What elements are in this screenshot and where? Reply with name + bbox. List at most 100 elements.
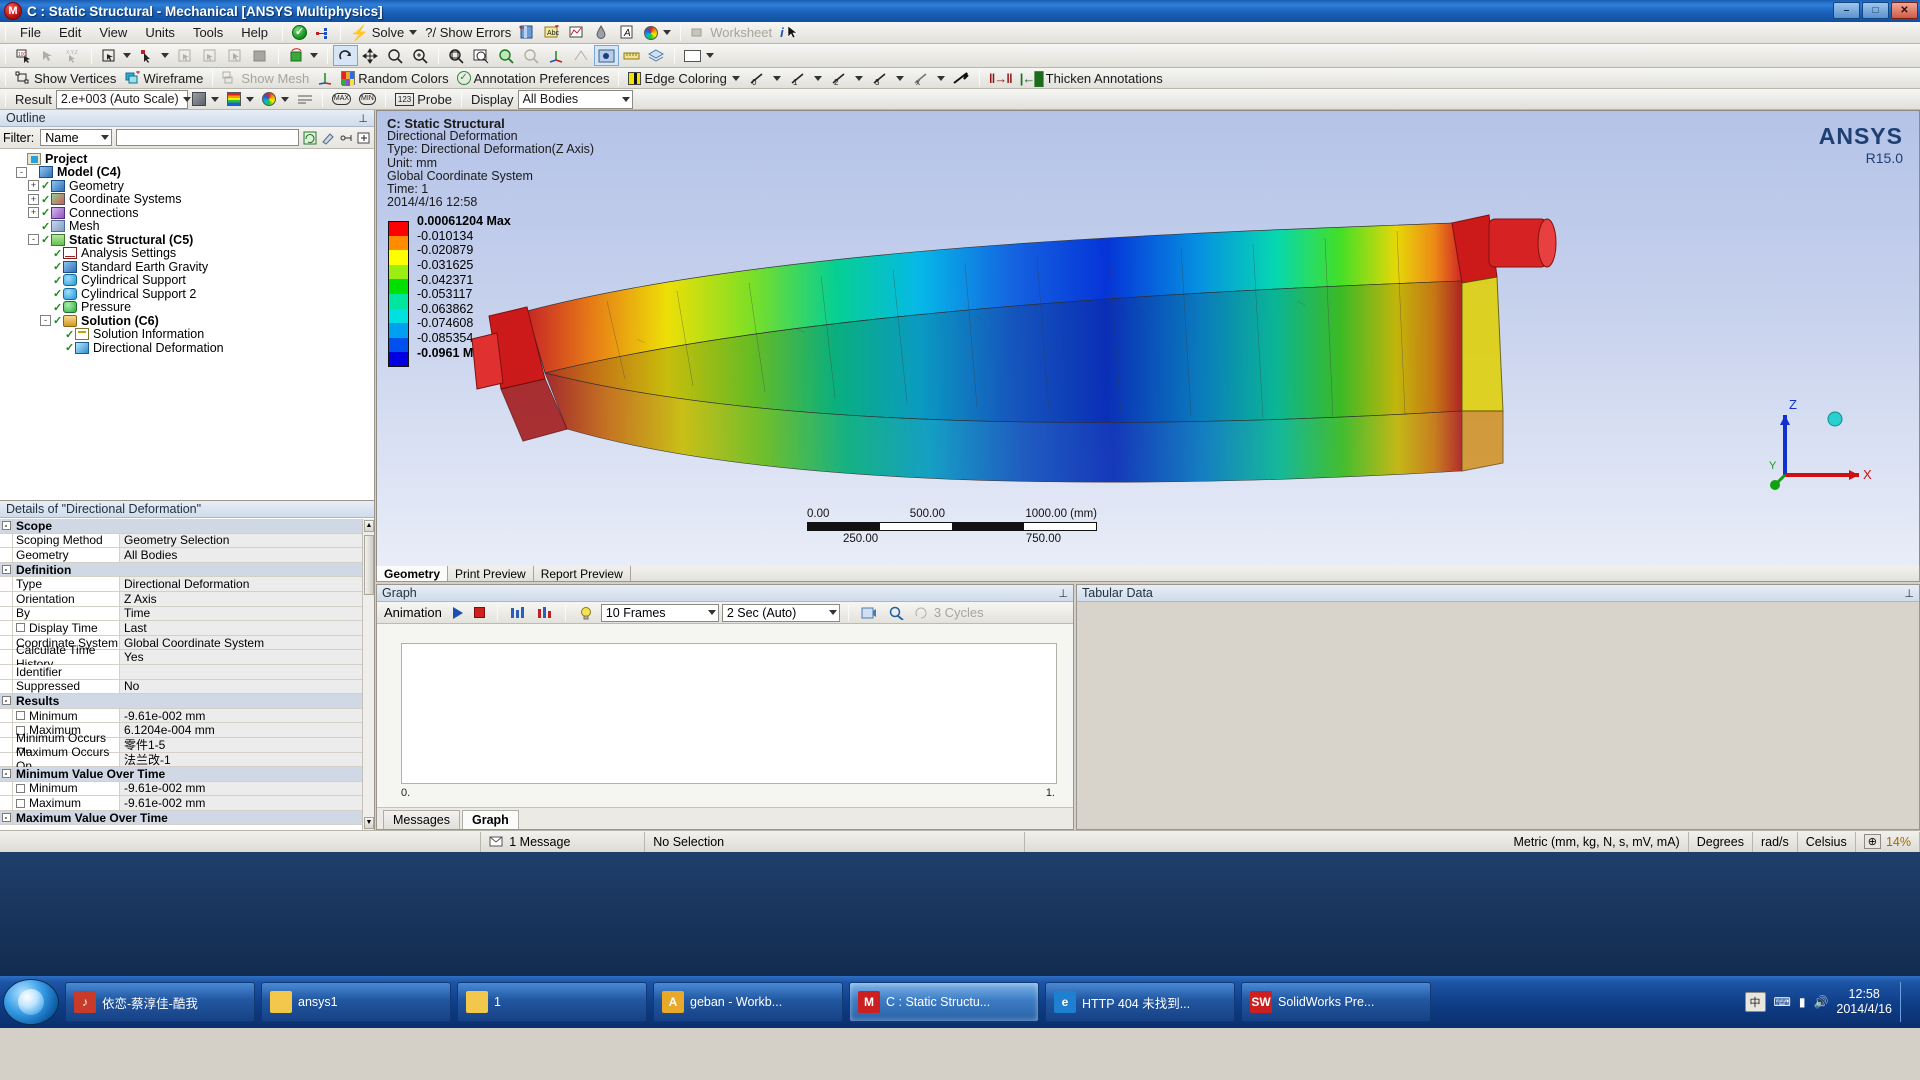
taskbar-item[interactable]: eHTTP 404 未找到...: [1045, 982, 1235, 1022]
zoom-previous-button[interactable]: [520, 46, 543, 65]
graph-canvas[interactable]: [401, 643, 1057, 784]
collapse-icon[interactable]: -: [16, 167, 27, 178]
details-value[interactable]: [120, 665, 362, 679]
details-row[interactable]: Scoping MethodGeometry Selection: [0, 534, 362, 549]
menu-tools[interactable]: Tools: [184, 23, 232, 42]
taskbar-item[interactable]: SWSolidWorks Pre...: [1241, 982, 1431, 1022]
tree-item-solution-c6[interactable]: -✓Solution (C6): [4, 314, 374, 328]
details-value[interactable]: Z Axis: [120, 592, 362, 606]
duration-combo[interactable]: 2 Sec (Auto): [722, 604, 840, 622]
filter-type-combo[interactable]: Name: [40, 129, 112, 146]
taskbar-item[interactable]: ansys1: [261, 982, 451, 1022]
triad-colors-button[interactable]: [314, 69, 336, 88]
details-value[interactable]: Global Coordinate System: [120, 636, 362, 650]
chevron-down-icon[interactable]: [706, 53, 714, 58]
tree-item-coordinate-systems[interactable]: +✓Coordinate Systems: [4, 193, 374, 207]
edge-option-3-button[interactable]: 3: [868, 69, 907, 88]
min-annotation-button[interactable]: MIN: [356, 90, 379, 109]
chevron-down-icon[interactable]: [622, 97, 630, 102]
show-vertices-button[interactable]: Show Vertices: [12, 69, 119, 88]
graph-pin-icon[interactable]: ⊥: [1058, 587, 1068, 600]
close-button[interactable]: ✕: [1891, 2, 1918, 19]
white-rect-dropdown-button[interactable]: [681, 46, 717, 65]
tree-item-cylindrical-support[interactable]: ✓Cylindrical Support: [4, 274, 374, 288]
chevron-down-icon[interactable]: [814, 76, 822, 81]
tabular-pin-icon[interactable]: ⊥: [1904, 587, 1914, 600]
distributed-bars-button[interactable]: [507, 603, 529, 622]
chevron-down-icon[interactable]: [211, 97, 219, 102]
details-row[interactable]: OrientationZ Axis: [0, 592, 362, 607]
chevron-down-icon[interactable]: [310, 53, 318, 58]
chevron-down-icon[interactable]: [732, 76, 740, 81]
rotate-button[interactable]: [334, 46, 357, 65]
language-indicator[interactable]: 中: [1745, 992, 1766, 1012]
chevron-down-icon[interactable]: [937, 76, 945, 81]
clock[interactable]: 12:58 2014/4/16: [1836, 987, 1892, 1017]
section-collapse-icon[interactable]: -: [2, 565, 11, 574]
details-value[interactable]: -9.61e-002 mm: [120, 782, 362, 796]
ruler-button[interactable]: [620, 46, 643, 65]
color-scheme-button[interactable]: [259, 90, 292, 109]
chevron-down-icon[interactable]: [123, 53, 131, 58]
collapse-icon[interactable]: -: [28, 234, 39, 245]
details-row[interactable]: Minimum-9.61e-002 mm: [0, 709, 362, 724]
stop-button[interactable]: [471, 603, 488, 622]
menu-units[interactable]: Units: [136, 23, 184, 42]
select-mode-button[interactable]: 100: [12, 46, 35, 65]
details-value[interactable]: No: [120, 680, 362, 694]
window-controls[interactable]: – □ ✕: [1833, 2, 1918, 19]
details-value[interactable]: Directional Deformation: [120, 577, 362, 591]
geometry-style-button[interactable]: [189, 90, 222, 109]
cycles-button[interactable]: 3 Cycles: [912, 603, 987, 622]
export-animation-button[interactable]: [858, 603, 880, 622]
tray-keyboard-icon[interactable]: ⌨: [1774, 995, 1791, 1009]
validate-button[interactable]: ✓: [289, 23, 310, 42]
chevron-down-icon[interactable]: [101, 135, 109, 140]
details-checkbox[interactable]: [16, 711, 25, 720]
stack-layers-button[interactable]: [645, 46, 668, 65]
chevron-down-icon[interactable]: [281, 97, 289, 102]
details-scrollbar[interactable]: ▲ ▼: [362, 519, 374, 830]
details-row[interactable]: SuppressedNo: [0, 680, 362, 695]
random-colors-button[interactable]: Random Colors: [338, 69, 451, 88]
start-button[interactable]: [3, 979, 59, 1025]
add-column-icon[interactable]: [357, 129, 371, 146]
show-desktop-button[interactable]: [1900, 982, 1910, 1022]
section-collapse-icon[interactable]: -: [2, 521, 11, 530]
tab-print-preview[interactable]: Print Preview: [448, 566, 534, 581]
viewports-button[interactable]: [595, 46, 618, 65]
tree-item-solution-information[interactable]: ✓Solution Information: [4, 328, 374, 342]
annotation-preferences-button[interactable]: ✓ Annotation Preferences: [454, 69, 613, 88]
details-section-header[interactable]: -Maximum Value Over Time: [0, 811, 362, 826]
coordinate-triad[interactable]: Z X Y: [1763, 387, 1873, 497]
section-plane-button[interactable]: [570, 46, 593, 65]
thicken-annotations-button[interactable]: |←█ Thicken Annotations: [1017, 69, 1166, 88]
chevron-down-icon[interactable]: [708, 610, 716, 615]
tree-item-model-c4[interactable]: -Model (C4): [4, 166, 374, 180]
details-table[interactable]: -ScopeScoping MethodGeometry SelectionGe…: [0, 519, 362, 830]
minimize-button[interactable]: –: [1833, 2, 1860, 19]
chevron-down-icon[interactable]: [773, 76, 781, 81]
zoom-button[interactable]: [384, 46, 407, 65]
details-row[interactable]: Calculate Time HistoryYes: [0, 650, 362, 665]
tab-report-preview[interactable]: Report Preview: [534, 566, 631, 581]
filter-search-input[interactable]: [116, 129, 299, 146]
box-zoom-button[interactable]: [409, 46, 432, 65]
chevron-down-icon[interactable]: [829, 610, 837, 615]
details-value[interactable]: Geometry Selection: [120, 534, 362, 548]
select-vertices-button[interactable]: [174, 46, 197, 65]
new-comment-icon-button[interactable]: Abc: [541, 23, 564, 42]
expand-tree-icon[interactable]: [339, 129, 353, 146]
select-bodies-button[interactable]: [98, 46, 134, 65]
zoom-to-fit-button[interactable]: [445, 46, 468, 65]
menu-help[interactable]: Help: [232, 23, 277, 42]
extend-selection-button[interactable]: [285, 46, 321, 65]
details-value[interactable]: Last: [120, 621, 362, 635]
tray-volume-icon[interactable]: 🔊: [1813, 995, 1828, 1009]
details-value[interactable]: 零件1-5: [120, 738, 362, 752]
insert-text-icon-button[interactable]: A: [616, 23, 639, 42]
select-edges-button[interactable]: [136, 46, 172, 65]
display-combo[interactable]: All Bodies: [518, 90, 633, 109]
details-value[interactable]: Yes: [120, 650, 362, 664]
play-button[interactable]: [450, 603, 466, 622]
